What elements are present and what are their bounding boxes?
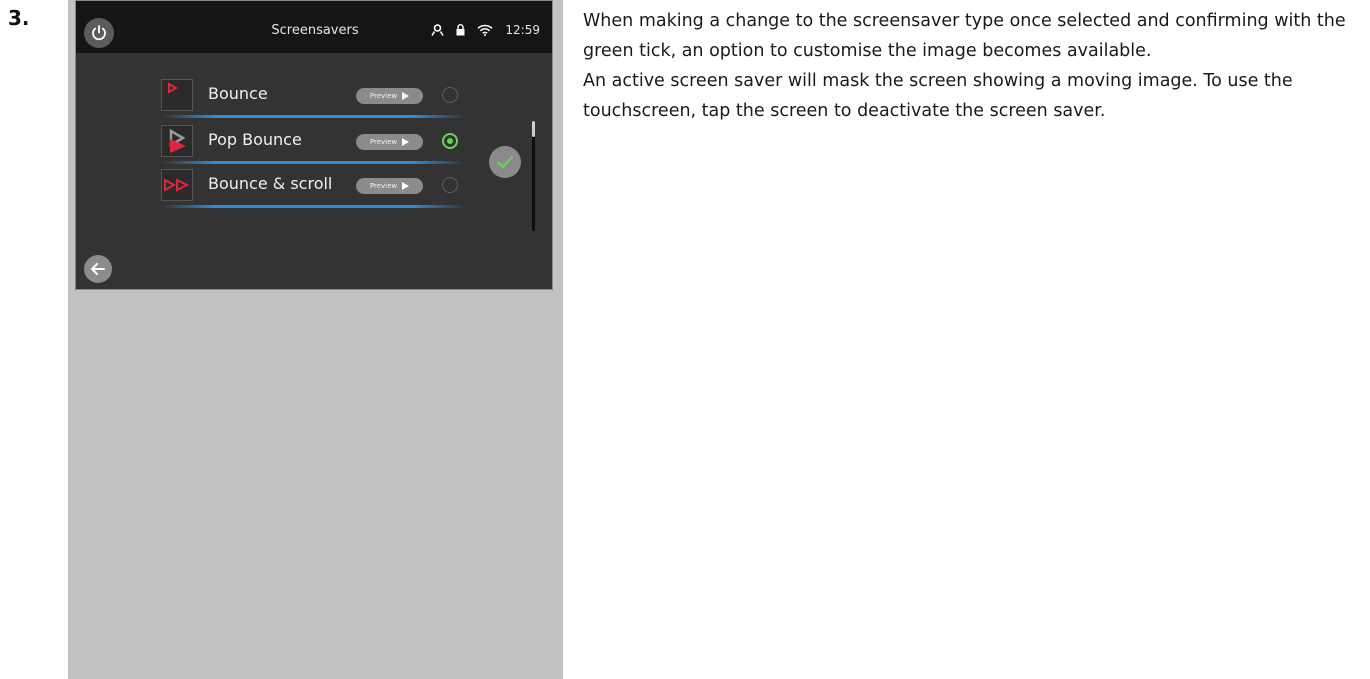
screensaver-name: Bounce <box>208 84 268 103</box>
play-icon <box>402 138 410 146</box>
play-icon <box>402 92 410 100</box>
list-item[interactable]: Pop Bounce Preview <box>161 121 466 164</box>
confirm-button[interactable] <box>489 146 521 178</box>
back-arrow-icon <box>91 263 105 275</box>
bounce-scroll-icon <box>161 169 193 201</box>
row-divider <box>161 161 466 164</box>
page: 3. Screensavers 12:59 Bounce Preview Pop… <box>0 0 1370 679</box>
description: When making a change to the screensaver … <box>583 6 1363 126</box>
clock: 12:59 <box>505 23 540 37</box>
list-item[interactable]: Bounce Preview <box>161 75 466 118</box>
scrollbar[interactable] <box>532 121 535 231</box>
status-icons: 12:59 <box>431 23 540 37</box>
preview-button[interactable]: Preview <box>356 88 423 104</box>
preview-button[interactable]: Preview <box>356 178 423 194</box>
play-icon <box>402 182 410 190</box>
row-divider <box>161 115 466 118</box>
check-icon <box>496 155 514 169</box>
preview-button[interactable]: Preview <box>356 134 423 150</box>
radio-button[interactable] <box>442 87 458 103</box>
preview-label: Preview <box>369 92 398 100</box>
user-icon <box>431 24 445 36</box>
bounce-icon <box>161 79 193 111</box>
device-screen: Screensavers 12:59 Bounce Preview Pop Bo… <box>75 0 553 290</box>
screensaver-name: Pop Bounce <box>208 130 302 149</box>
scrollbar-thumb[interactable] <box>532 121 535 137</box>
wifi-icon <box>477 24 493 36</box>
row-divider <box>161 205 466 208</box>
description-paragraph: An active screen saver will mask the scr… <box>583 71 1293 121</box>
pop-bounce-icon <box>161 125 193 157</box>
back-button[interactable] <box>84 255 112 283</box>
screensaver-name: Bounce & scroll <box>208 174 333 193</box>
lock-icon <box>456 24 465 36</box>
step-number: 3. <box>8 6 30 30</box>
preview-label: Preview <box>369 182 398 190</box>
status-bar: Screensavers 12:59 <box>76 1 552 53</box>
preview-label: Preview <box>369 138 398 146</box>
description-paragraph: When making a change to the screensaver … <box>583 11 1346 61</box>
radio-button[interactable] <box>442 177 458 193</box>
radio-button[interactable] <box>442 133 458 149</box>
list-item[interactable]: Bounce & scroll Preview <box>161 165 466 208</box>
